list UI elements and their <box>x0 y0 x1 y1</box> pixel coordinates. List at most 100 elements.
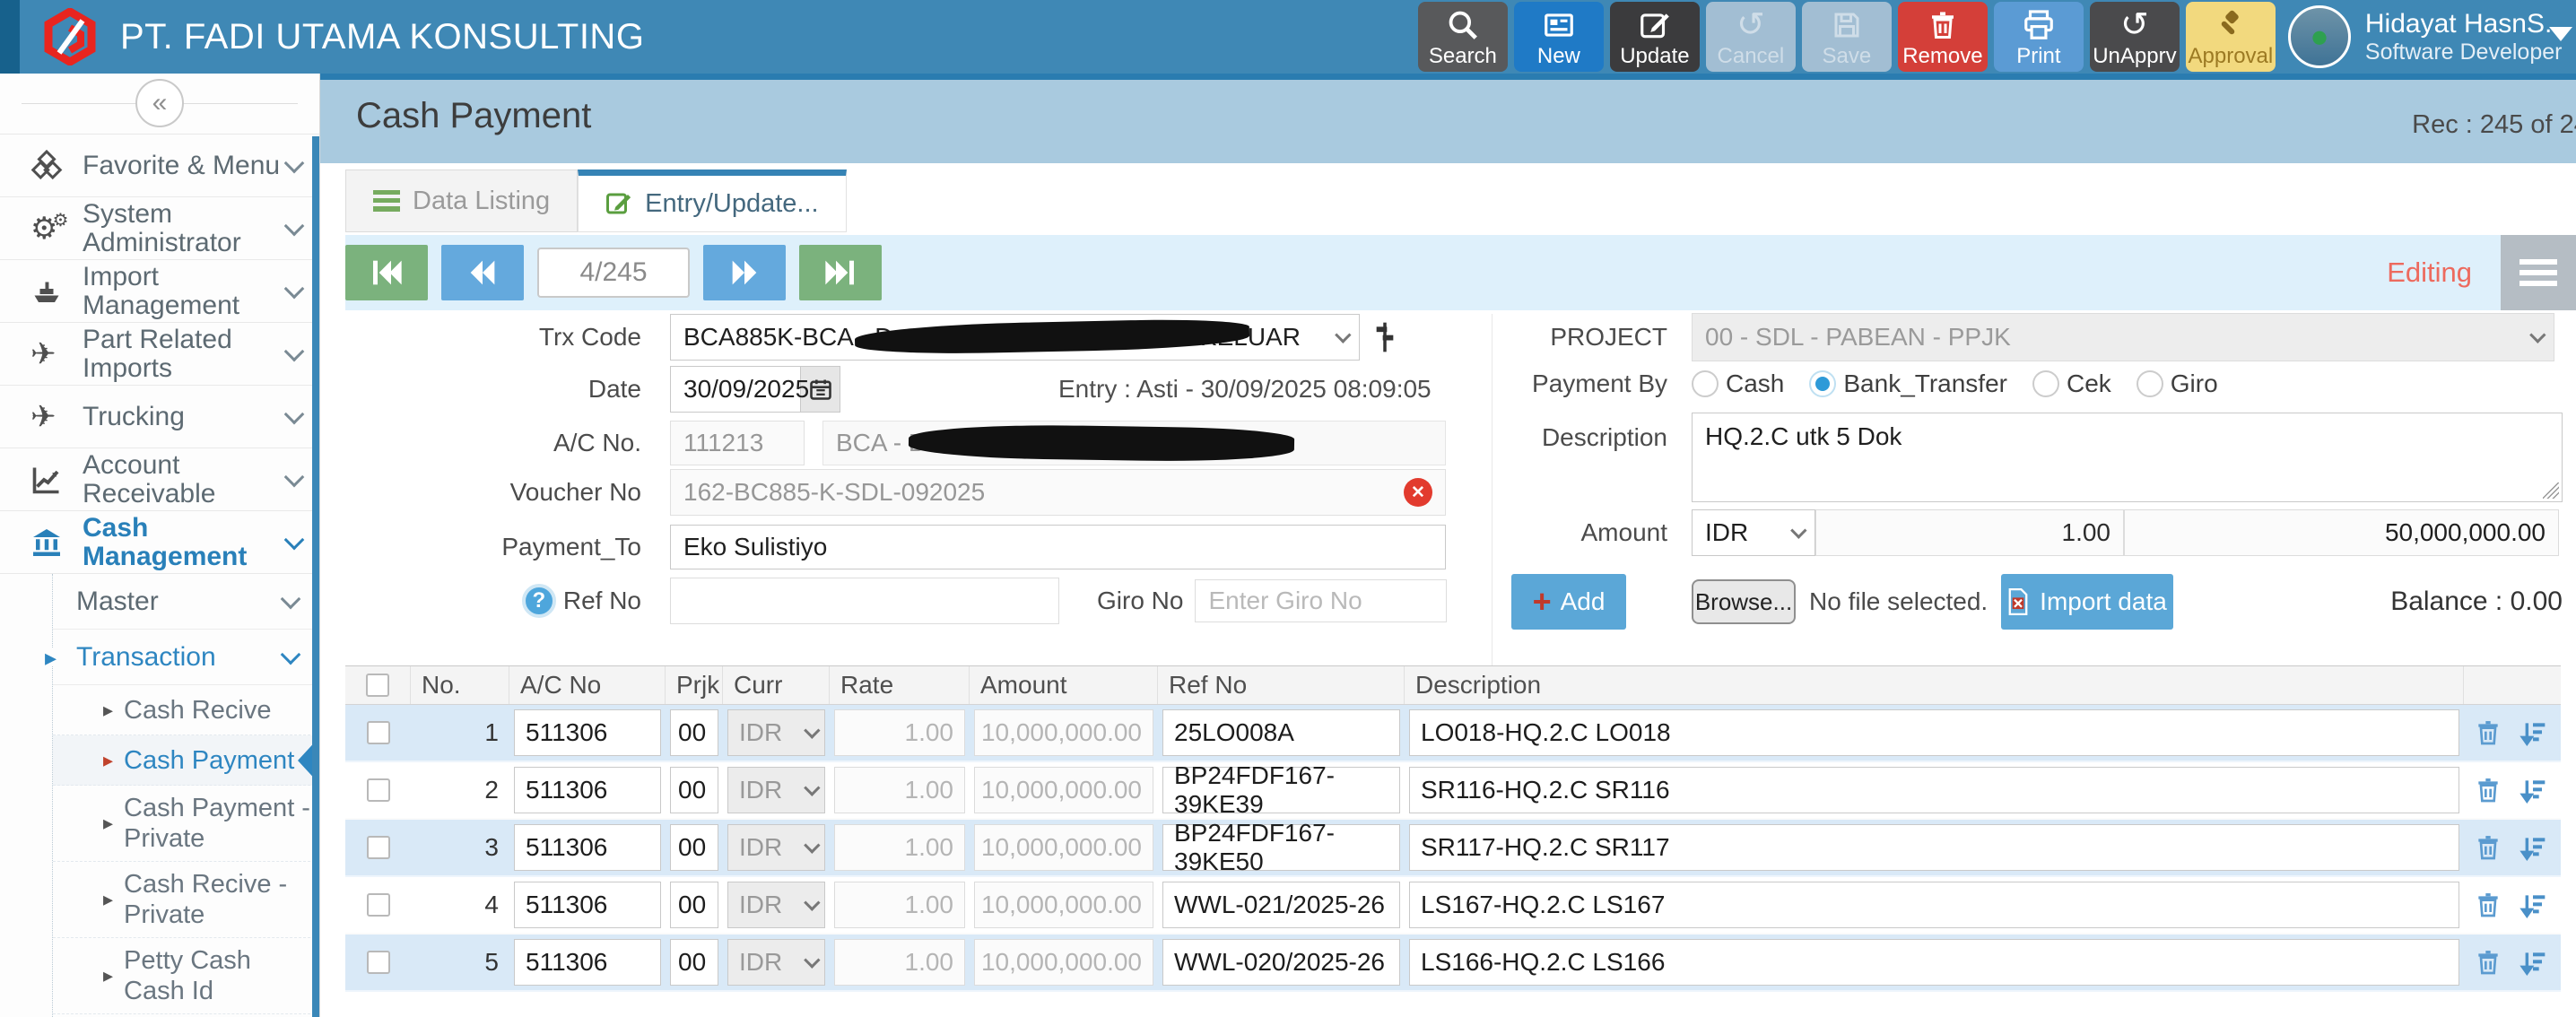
curr-cell-select[interactable]: IDR <box>727 939 825 986</box>
tab-entry-update[interactable]: Entry/Update... <box>578 170 846 232</box>
first-record-button[interactable] <box>345 245 428 300</box>
sort-amount-icon[interactable] <box>2519 891 2547 919</box>
sidebar-group-transaction[interactable]: ▸ Transaction <box>53 630 319 685</box>
row-checkbox[interactable] <box>367 721 390 744</box>
giro-no-input[interactable]: Enter Giro No <box>1195 579 1447 622</box>
sidebar-item-trucking[interactable]: ✈ Trucking <box>0 386 319 448</box>
rate-cell-input[interactable]: 1.00 <box>834 767 965 813</box>
ac-no-cell-input[interactable]: 511306 <box>514 709 661 756</box>
date-input[interactable]: 30/09/2025 <box>670 366 801 413</box>
ref-no-input[interactable] <box>670 578 1059 624</box>
sidebar-leaf-petty-cash-cash-id[interactable]: ▸ Petty Cash Cash Id <box>53 938 319 1014</box>
rate-cell-input[interactable]: 1.00 <box>834 709 965 756</box>
description-cell-input[interactable]: LS167-HQ.2.C LS167 <box>1409 882 2459 928</box>
sidebar-item-import-management[interactable]: Import Management <box>0 260 319 323</box>
payment-to-input[interactable]: Eko Sulistiyo <box>670 525 1446 569</box>
prjk-cell-input[interactable]: 00 <box>670 767 718 813</box>
sidebar-item-system-administrator[interactable]: ⚙⚙ System Administrator <box>0 197 319 260</box>
sidebar-group-master[interactable]: Master <box>53 574 319 630</box>
sidebar-scrollbar[interactable] <box>312 136 319 1017</box>
ac-no-name-input[interactable]: BCA - Dana Titipan - 0084133376 <box>822 421 1446 465</box>
delete-row-icon[interactable] <box>2474 891 2502 919</box>
description-cell-input[interactable]: LS166-HQ.2.C LS166 <box>1409 939 2459 986</box>
delete-row-icon[interactable] <box>2474 833 2502 862</box>
prjk-cell-input[interactable]: 00 <box>670 882 718 928</box>
description-cell-input[interactable]: SR117-HQ.2.C SR117 <box>1409 824 2459 871</box>
approval-button[interactable]: Approval <box>2186 2 2276 72</box>
sidebar-leaf-cash-payment-private[interactable]: ▸ Cash Payment - Private <box>53 786 319 862</box>
delete-row-icon[interactable] <box>2474 776 2502 804</box>
grid-menu-button[interactable] <box>2501 235 2576 310</box>
ac-no-cell-input[interactable]: 511306 <box>514 767 661 813</box>
trx-code-select[interactable]: BCA885K-BCA - Dana Titipan - 0084133376 … <box>670 314 1360 361</box>
ref-no-cell-input[interactable]: BP24FDF167-39KE50 <box>1162 824 1400 871</box>
save-button[interactable]: Save <box>1802 2 1892 72</box>
sidebar-leaf-cash-recive[interactable]: ▸ Cash Recive <box>53 685 319 735</box>
signpost-icon[interactable] <box>1372 321 1397 353</box>
sidebar-item-cash-management[interactable]: Cash Management <box>0 511 319 574</box>
ref-no-cell-input[interactable]: WWL-020/2025-26 <box>1162 939 1400 986</box>
amount-cell-input[interactable]: 10,000,000.00 <box>974 824 1153 871</box>
amount-cell-input[interactable]: 10,000,000.00 <box>974 767 1153 813</box>
sidebar-leaf-cash-recive-private[interactable]: ▸ Cash Recive - Private <box>53 862 319 938</box>
curr-cell-select[interactable]: IDR <box>727 709 825 756</box>
radio-bank-transfer[interactable]: Bank_Transfer <box>1809 369 2007 398</box>
radio-cash[interactable]: Cash <box>1692 369 1784 398</box>
radio-giro[interactable]: Giro <box>2137 369 2218 398</box>
rate-input[interactable]: 1.00 <box>1815 509 2124 556</box>
ac-no-cell-input[interactable]: 511306 <box>514 882 661 928</box>
radio-cek[interactable]: Cek <box>2032 369 2111 398</box>
prjk-cell-input[interactable]: 00 <box>670 824 718 871</box>
row-checkbox[interactable] <box>367 836 390 859</box>
project-select[interactable]: 00 - SDL - PABEAN - PPJK <box>1692 313 2554 361</box>
ac-no-cell-input[interactable]: 511306 <box>514 824 661 871</box>
ac-no-code-input[interactable]: 111213 <box>670 421 805 465</box>
currency-select[interactable]: IDR <box>1692 509 1815 556</box>
tab-data-listing[interactable]: Data Listing <box>345 170 578 232</box>
rate-cell-input[interactable]: 1.00 <box>834 939 965 986</box>
unapprove-button[interactable]: ↺ UnApprv <box>2090 2 2180 72</box>
help-icon[interactable]: ? <box>522 584 556 618</box>
row-checkbox[interactable] <box>367 893 390 917</box>
rate-cell-input[interactable]: 1.00 <box>834 882 965 928</box>
amount-cell-input[interactable]: 10,000,000.00 <box>974 939 1153 986</box>
sort-amount-icon[interactable] <box>2519 718 2547 747</box>
previous-record-button[interactable] <box>441 245 524 300</box>
add-row-button[interactable]: + Add <box>1511 574 1626 630</box>
sort-amount-icon[interactable] <box>2519 776 2547 804</box>
curr-cell-select[interactable]: IDR <box>727 882 825 928</box>
description-cell-input[interactable]: SR116-HQ.2.C SR116 <box>1409 767 2459 813</box>
next-record-button[interactable] <box>703 245 786 300</box>
select-all-checkbox[interactable] <box>366 674 389 697</box>
amount-input[interactable]: 50,000,000.00 <box>2124 509 2559 556</box>
clear-icon[interactable]: ✕ <box>1404 478 1432 507</box>
prjk-cell-input[interactable]: 00 <box>670 709 718 756</box>
row-checkbox[interactable] <box>367 951 390 974</box>
description-cell-input[interactable]: LO018-HQ.2.C LO018 <box>1409 709 2459 756</box>
ac-no-cell-input[interactable]: 511306 <box>514 939 661 986</box>
import-data-button[interactable]: Import data <box>2001 574 2173 630</box>
amount-cell-input[interactable]: 10,000,000.00 <box>974 882 1153 928</box>
delete-row-icon[interactable] <box>2474 718 2502 747</box>
description-textarea[interactable]: HQ.2.C utk 5 Dok <box>1692 413 2563 502</box>
record-position-input[interactable]: 4/245 <box>537 248 690 298</box>
sort-amount-icon[interactable] <box>2519 833 2547 862</box>
update-button[interactable]: Update <box>1610 2 1700 72</box>
rate-cell-input[interactable]: 1.00 <box>834 824 965 871</box>
amount-cell-input[interactable]: 10,000,000.00 <box>974 709 1153 756</box>
last-record-button[interactable] <box>799 245 882 300</box>
sort-amount-icon[interactable] <box>2519 948 2547 977</box>
delete-row-icon[interactable] <box>2474 948 2502 977</box>
curr-cell-select[interactable]: IDR <box>727 767 825 813</box>
sidebar-item-part-related-imports[interactable]: ✈ Part Related Imports <box>0 323 319 386</box>
print-button[interactable]: Print <box>1994 2 2084 72</box>
sidebar-collapse-button[interactable]: « <box>135 79 184 127</box>
ref-no-cell-input[interactable]: WWL-021/2025-26 <box>1162 882 1400 928</box>
browse-button[interactable]: Browse... <box>1692 579 1796 624</box>
ref-no-cell-input[interactable]: 25LO008A <box>1162 709 1400 756</box>
user-menu[interactable]: Hidayat HasnS... Software Developer <box>2288 5 2567 68</box>
sidebar-item-favorite-menu[interactable]: Favorite & Menu <box>0 135 319 197</box>
prjk-cell-input[interactable]: 00 <box>670 939 718 986</box>
sidebar-item-account-receivable[interactable]: Account Receivable <box>0 448 319 511</box>
sidebar-leaf-cash-payment[interactable]: ▸ Cash Payment <box>53 735 319 786</box>
